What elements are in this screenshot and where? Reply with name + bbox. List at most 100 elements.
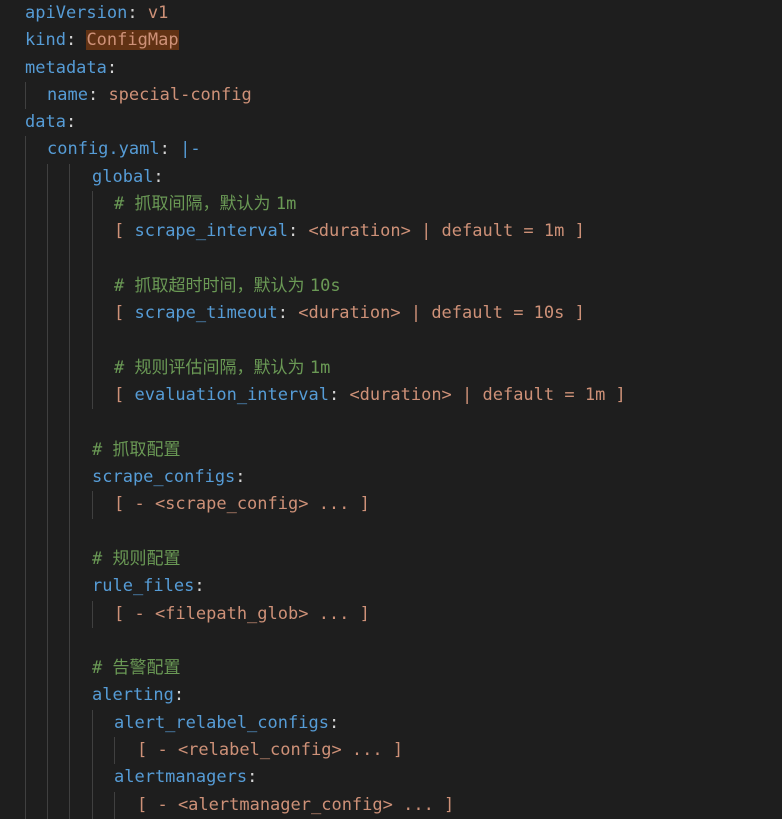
indent-guide — [47, 464, 48, 492]
yaml-value: [ - <relabel_config> ... ] — [137, 740, 404, 761]
indent-guide — [47, 272, 48, 301]
yaml-colon: : — [235, 467, 246, 488]
indent-guide — [69, 272, 70, 301]
code-line[interactable]: global: — [0, 163, 782, 192]
indent-guide — [69, 600, 70, 628]
yaml-key: alert_relabel_configs — [114, 712, 329, 733]
indent-guide — [25, 518, 26, 546]
indent-guide — [92, 272, 93, 301]
indent-guide — [47, 191, 48, 219]
code-line[interactable] — [0, 409, 782, 437]
yaml-colon: : — [65, 30, 87, 51]
code-line[interactable]: rule_files: — [0, 573, 782, 601]
comment-value: 1m — [275, 194, 297, 215]
code-line[interactable] — [0, 627, 782, 656]
indent-guide — [47, 382, 48, 410]
yaml-value: <duration> | default = 1m ] — [349, 385, 626, 406]
code-line[interactable]: alert_relabel_configs: — [0, 709, 782, 738]
yaml-key: rule_files — [92, 576, 195, 597]
indent-guide — [69, 573, 70, 601]
code-line[interactable]: alertmanagers: — [0, 764, 782, 792]
indent-guide — [25, 136, 26, 164]
yaml-key: kind — [25, 30, 66, 51]
yaml-value: <duration> | default = 1m ] — [308, 221, 585, 242]
yaml-key: data — [25, 112, 66, 133]
code-line[interactable]: [ evaluation_interval: <duration> | defa… — [0, 382, 782, 410]
indent-guide — [47, 709, 48, 738]
indent-guide — [69, 409, 70, 437]
yaml-key: alerting — [92, 685, 174, 706]
indent-guide — [69, 464, 70, 492]
code-line[interactable]: config.yaml: |- — [0, 136, 782, 164]
indent-guide — [69, 709, 70, 738]
comment-hash: # — [92, 548, 113, 569]
indent-guide — [25, 354, 26, 383]
indent-guide — [47, 327, 48, 355]
indent-guide — [92, 600, 93, 628]
yaml-value: [ - <filepath_glob> ... ] — [114, 603, 370, 624]
indent-guide — [69, 491, 70, 519]
bracket-open: [ — [114, 221, 135, 242]
code-line[interactable]: # 抓取间隔，默认为 1m — [0, 191, 782, 219]
comment-hash: # — [114, 357, 135, 378]
indent-guide — [69, 655, 70, 683]
code-line[interactable]: name: special-config — [0, 81, 782, 110]
indent-guide — [47, 737, 48, 765]
indent-guide — [47, 518, 48, 546]
code-line[interactable]: [ - <alertmanager_config> ... ] — [0, 791, 782, 819]
code-line[interactable]: [ - <filepath_glob> ... ] — [0, 600, 782, 628]
indent-guide — [69, 518, 70, 546]
code-line[interactable]: [ - <relabel_config> ... ] — [0, 737, 782, 765]
code-line[interactable]: apiVersion: v1 — [0, 0, 782, 27]
indent-guide — [92, 245, 93, 273]
code-line[interactable]: [ - <scrape_config> ... ] — [0, 491, 782, 519]
yaml-colon: : — [288, 221, 309, 242]
yaml-key: scrape_interval — [134, 221, 289, 242]
code-editor[interactable]: apiVersion: v1 kind: ConfigMap metadata:… — [0, 0, 782, 819]
indent-guide — [25, 191, 26, 219]
comment-text: 告警配置 — [112, 658, 181, 679]
indent-guide — [25, 545, 26, 574]
code-line[interactable]: # 规则评估间隔，默认为 1m — [0, 354, 782, 383]
indent-guide — [25, 764, 26, 792]
yaml-colon: : — [247, 767, 258, 788]
code-line[interactable]: # 规则配置 — [0, 545, 782, 574]
comment-text: 抓取超时时间，默认为 — [134, 275, 310, 296]
yaml-colon: : — [106, 57, 118, 78]
code-line[interactable]: data: — [0, 109, 782, 136]
indent-guide — [47, 409, 48, 437]
code-line[interactable]: [ scrape_interval: <duration> | default … — [0, 218, 782, 246]
yaml-key: config.yaml — [47, 139, 160, 160]
indent-guide — [92, 327, 93, 355]
code-line[interactable]: scrape_configs: — [0, 464, 782, 492]
code-line[interactable]: # 告警配置 — [0, 655, 782, 683]
code-line[interactable]: [ scrape_timeout: <duration> | default =… — [0, 300, 782, 328]
code-line[interactable] — [0, 518, 782, 546]
code-line[interactable]: metadata: — [0, 55, 782, 82]
yaml-key: alertmanagers — [114, 767, 248, 788]
indent-guide — [25, 382, 26, 410]
comment-value: 10s — [309, 275, 341, 296]
code-line[interactable]: kind: ConfigMap — [0, 27, 782, 54]
yaml-key: metadata — [25, 57, 107, 78]
indent-guide — [69, 218, 70, 246]
yaml-colon: : — [277, 303, 299, 324]
indent-guide — [25, 464, 26, 492]
code-line[interactable]: # 抓取配置 — [0, 436, 782, 465]
indent-guide — [25, 709, 26, 738]
code-line[interactable]: alerting: — [0, 682, 782, 710]
indent-guide — [69, 737, 70, 765]
indent-guide — [92, 354, 93, 383]
comment-text: 抓取配置 — [112, 439, 181, 460]
yaml-colon: : — [153, 166, 164, 187]
comment-value: 1m — [309, 357, 331, 378]
yaml-key: scrape_configs — [92, 467, 236, 488]
code-line[interactable]: # 抓取超时时间，默认为 10s — [0, 272, 782, 301]
indent-guide — [25, 436, 26, 465]
indent-guide — [92, 791, 93, 819]
code-line[interactable] — [0, 245, 782, 273]
code-line[interactable] — [0, 327, 782, 355]
indent-guide — [47, 791, 48, 819]
indent-guide — [69, 327, 70, 355]
indent-guide — [92, 300, 93, 328]
